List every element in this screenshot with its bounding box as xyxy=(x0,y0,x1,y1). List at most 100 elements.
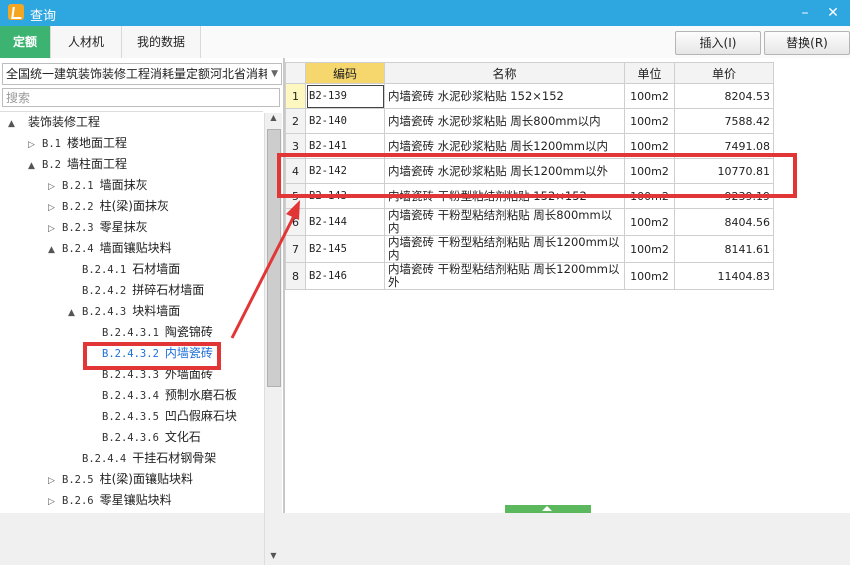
tree-item[interactable]: B.2.4.3.4 预制水磨石板 xyxy=(88,385,237,405)
tree-item-code: B.2.2 xyxy=(62,201,94,213)
price-cell[interactable]: 7588.42 xyxy=(674,108,774,134)
expand-icon[interactable]: ▷ xyxy=(48,492,62,512)
expand-icon[interactable]: ▷ xyxy=(28,135,42,155)
name-cell[interactable]: 内墙瓷砖 水泥砂浆粘贴 周长800mm以内 xyxy=(384,108,625,134)
tree-item-code: B.2.1 xyxy=(62,180,94,192)
tree-item[interactable]: ▷ B.2.6 零星镶贴块料 xyxy=(48,490,172,510)
row-index[interactable]: 8 xyxy=(285,262,306,290)
tree-item-code: B.2.5 xyxy=(62,474,94,486)
row-index[interactable]: 1 xyxy=(285,83,306,109)
close-button[interactable]: ✕ xyxy=(823,3,843,23)
tree-item-label: 零星镶贴块料 xyxy=(99,493,172,507)
code-cell[interactable]: B2-140 xyxy=(305,108,385,134)
table-row[interactable]: 1 B2-139 内墙瓷砖 水泥砂浆粘贴 152×152 100m2 8204.53 xyxy=(285,83,774,109)
collapse-icon[interactable]: ▲ xyxy=(68,303,82,323)
insert-button[interactable]: 插入(I) xyxy=(675,31,761,55)
right-pane: 编码 名称 单位 单价 1 B2-139 内墙瓷砖 水泥砂浆粘贴 152×152 10… xyxy=(285,58,850,513)
tree-item-code: B.2.4.4 xyxy=(82,453,127,465)
scroll-down-icon[interactable]: ▼ xyxy=(267,551,280,565)
price-header[interactable]: 单价 xyxy=(674,62,774,84)
minimize-button[interactable]: – xyxy=(795,3,815,23)
expand-icon[interactable]: ▷ xyxy=(48,219,62,239)
price-cell[interactable]: 8404.56 xyxy=(674,208,774,236)
table-row[interactable]: 2 B2-140 内墙瓷砖 水泥砂浆粘贴 周长800mm以内 100m2 7588.42 xyxy=(285,108,774,134)
collapse-icon[interactable]: ▲ xyxy=(48,240,62,260)
tab-quota[interactable]: 定额 xyxy=(0,26,51,58)
expand-icon[interactable]: ▷ xyxy=(48,471,62,491)
tree-item-code: B.2.4.1 xyxy=(82,264,127,276)
name-cell[interactable]: 内墙瓷砖 干粉型粘结剂粘贴 周长1200mm以内 xyxy=(384,235,625,263)
tab-labor-material-machine[interactable]: 人材机 xyxy=(51,26,122,58)
collapse-icon[interactable]: ▲ xyxy=(28,156,42,176)
collapse-icon[interactable]: ▲ xyxy=(8,114,22,134)
unit-cell[interactable]: 100m2 xyxy=(624,208,675,236)
tree-item[interactable]: ▷ B.2.3 零星抹灰 xyxy=(48,217,148,237)
tree-item-label: 陶瓷锦砖 xyxy=(164,325,213,339)
tree-item[interactable]: B.2.4.3.6 文化石 xyxy=(88,427,201,447)
tree-item-label: 柱(梁)面镶贴块料 xyxy=(99,472,193,486)
price-cell[interactable]: 11404.83 xyxy=(674,262,774,290)
scroll-up-icon[interactable]: ▲ xyxy=(267,113,280,127)
unit-cell[interactable]: 100m2 xyxy=(624,108,675,134)
app-logo-icon xyxy=(8,4,24,20)
tree-item-label: 块料墙面 xyxy=(132,304,181,318)
unit-cell[interactable]: 100m2 xyxy=(624,83,675,109)
name-header[interactable]: 名称 xyxy=(384,62,625,84)
code-cell[interactable]: B2-144 xyxy=(305,208,385,236)
row-index[interactable]: 6 xyxy=(285,208,306,236)
table-row[interactable]: 8 B2-146 内墙瓷砖 干粉型粘结剂粘贴 周长1200mm以外 100m2 1140… xyxy=(285,262,774,290)
tree-item[interactable]: ▷ B.2.1 墙面抹灰 xyxy=(48,175,148,195)
row-index[interactable]: 7 xyxy=(285,235,306,263)
price-cell[interactable]: 8141.61 xyxy=(674,235,774,263)
row-index[interactable]: 2 xyxy=(285,108,306,134)
tree-item-code: B.2.4.3.3 xyxy=(102,369,159,381)
tree-item-code: B.2 xyxy=(42,159,61,171)
search-input[interactable]: 搜索 xyxy=(2,88,280,107)
tree-item[interactable]: ▲ B.2.4.3 块料墙面 xyxy=(68,301,180,321)
code-cell[interactable]: B2-145 xyxy=(305,235,385,263)
index-header xyxy=(285,62,306,84)
name-cell[interactable]: 内墙瓷砖 水泥砂浆粘贴 152×152 xyxy=(384,83,625,109)
unit-cell[interactable]: 100m2 xyxy=(624,262,675,290)
quota-library-select[interactable]: 全国统一建筑装饰装修工程消耗量定额河北省消耗 ▼ xyxy=(2,63,282,85)
tree-item-label: 墙面镶贴块料 xyxy=(99,241,172,255)
table-row[interactable]: 6 B2-144 内墙瓷砖 干粉型粘结剂粘贴 周长800mm以内 100m2 8404.… xyxy=(285,208,774,236)
tree-item[interactable]: ▷ B.1 楼地面工程 xyxy=(28,133,127,153)
chevron-down-icon: ▼ xyxy=(271,69,278,79)
expand-icon[interactable]: ▷ xyxy=(48,198,62,218)
tree-item-code: B.2.4.3.5 xyxy=(102,411,159,423)
tree-item-label: 墙柱面工程 xyxy=(66,157,127,171)
name-cell[interactable]: 内墙瓷砖 干粉型粘结剂粘贴 周长800mm以内 xyxy=(384,208,625,236)
tree-item[interactable]: B.2.4.3.1 陶瓷锦砖 xyxy=(88,322,213,342)
tree-item[interactable]: ▷ B.2.5 柱(梁)面镶贴块料 xyxy=(48,469,193,489)
tree-item[interactable]: B.2.4.4 干挂石材钢骨架 xyxy=(68,448,216,468)
tree-item-code: B.2.4.3 xyxy=(82,306,127,318)
tree-item-label: 拼碎石材墙面 xyxy=(132,283,205,297)
panel-collapse-grip[interactable] xyxy=(505,505,591,513)
highlight-box-table-row xyxy=(277,153,797,198)
unit-header[interactable]: 单位 xyxy=(624,62,675,84)
unit-cell[interactable]: 100m2 xyxy=(624,235,675,263)
table-row[interactable]: 7 B2-145 内墙瓷砖 干粉型粘结剂粘贴 周长1200mm以内 100m2 8141… xyxy=(285,235,774,263)
expand-icon[interactable]: ▷ xyxy=(48,177,62,197)
tree-item-label: 文化石 xyxy=(164,430,201,444)
tree-item[interactable]: B.2.4.1 石材墙面 xyxy=(68,259,180,279)
code-cell[interactable]: B2-139 xyxy=(305,83,385,109)
tree-item[interactable]: ▲ B.2.4 墙面镶贴块料 xyxy=(48,238,172,258)
tree-item-label: 石材墙面 xyxy=(132,262,181,276)
tree-item-code: B.2.4.3.1 xyxy=(102,327,159,339)
tree-item[interactable]: B.2.4.2 拼碎石材墙面 xyxy=(68,280,204,300)
quota-library-value: 全国统一建筑装饰装修工程消耗量定额河北省消耗 xyxy=(6,67,267,81)
name-cell[interactable]: 内墙瓷砖 干粉型粘结剂粘贴 周长1200mm以外 xyxy=(384,262,625,290)
code-cell[interactable]: B2-146 xyxy=(305,262,385,290)
tree-item[interactable]: ▷ B.2.2 柱(梁)面抹灰 xyxy=(48,196,169,216)
highlight-box-tree-item xyxy=(83,342,221,370)
code-header[interactable]: 编码 xyxy=(305,62,385,84)
replace-button[interactable]: 替换(R) xyxy=(764,31,850,55)
tree-item[interactable]: ▲ B.2 墙柱面工程 xyxy=(28,154,127,174)
tab-my-data[interactable]: 我的数据 xyxy=(122,26,201,58)
tree-item[interactable]: ▲ 装饰装修工程 xyxy=(8,112,100,132)
price-cell[interactable]: 8204.53 xyxy=(674,83,774,109)
tree-item[interactable]: B.2.4.3.5 凹凸假麻石块 xyxy=(88,406,237,426)
tree-item-label: 零星抹灰 xyxy=(99,220,148,234)
